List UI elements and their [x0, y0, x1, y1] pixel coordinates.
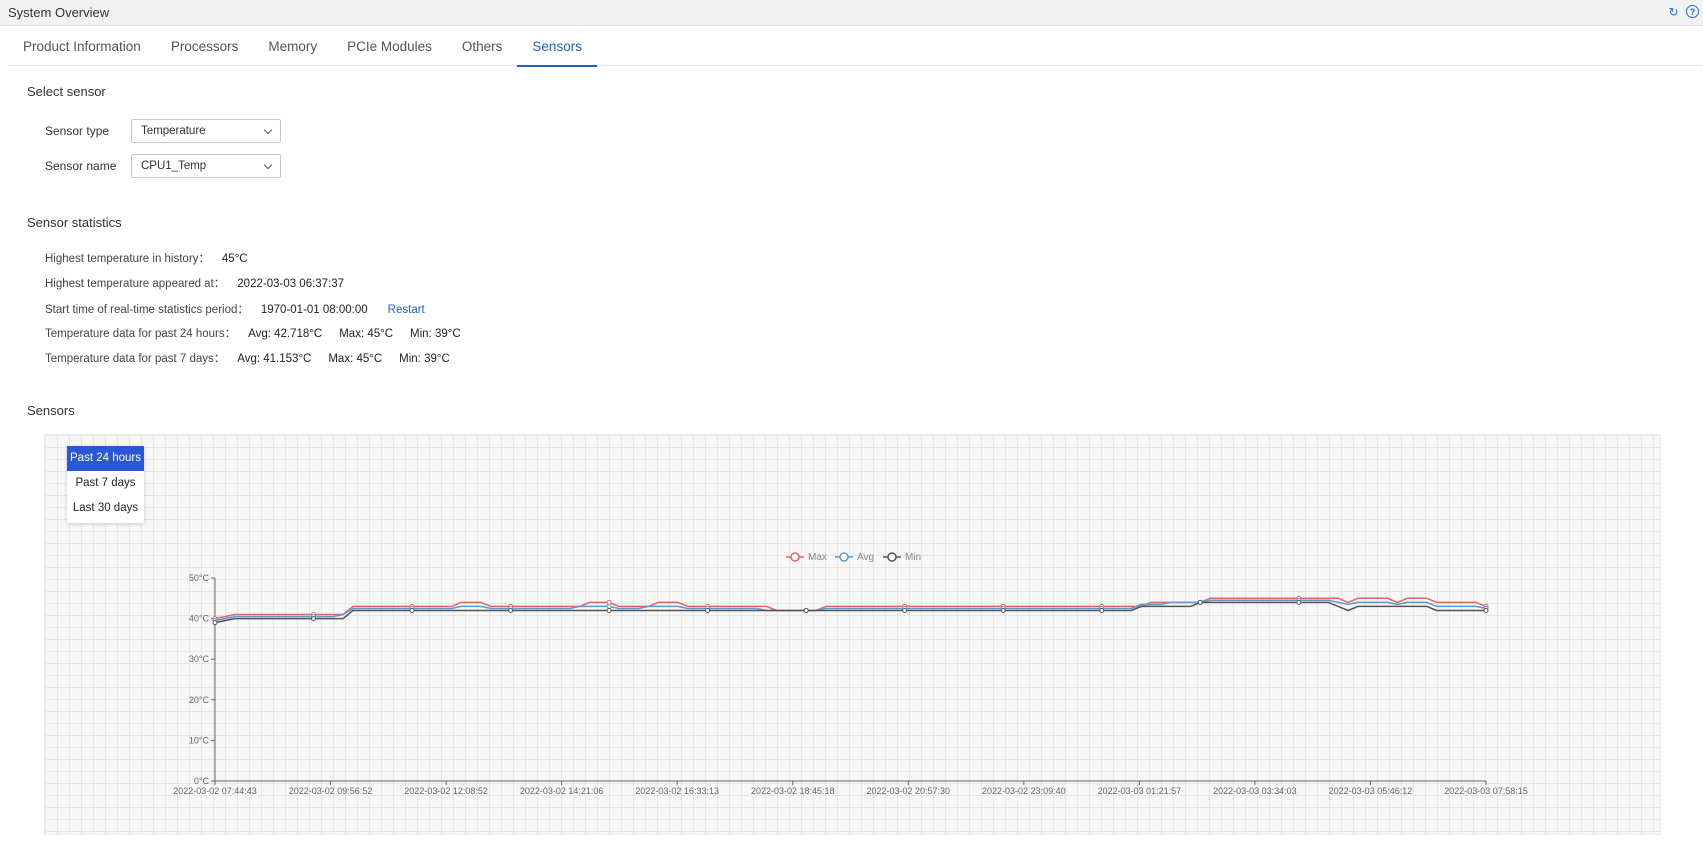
- legend-marker-min: [887, 552, 897, 562]
- series-line-min: [214, 601, 1486, 624]
- series-point-min: [1099, 607, 1105, 613]
- y-tick-label: 20°C: [189, 695, 210, 705]
- x-tick-label: 2022-03-02 09:56:52: [289, 786, 373, 796]
- series-point-min: [606, 607, 612, 613]
- x-tick-label: 2022-03-02 18:45:18: [751, 786, 835, 796]
- series-point-min: [803, 607, 809, 613]
- x-tick-label: 2022-03-02 20:57:30: [866, 786, 950, 796]
- x-tick-label: 2022-03-02 07:44:43: [173, 786, 257, 796]
- series-point-max: [606, 599, 612, 605]
- x-tick-label: 2022-03-03 03:34:03: [1213, 786, 1297, 796]
- sensor-chart: 0°C 10°C 20°C 30°C 40°C 50°C 2022-03-02 07:44:…: [173, 552, 1528, 796]
- x-tick-label: 2022-03-02 23:09:40: [982, 786, 1066, 796]
- x-tick-label: 2022-03-02 12:08:52: [404, 786, 488, 796]
- legend-marker-max: [790, 552, 800, 562]
- y-tick-label: 40°C: [189, 614, 210, 624]
- series-point-min: [902, 607, 908, 613]
- y-tick-label: 10°C: [189, 735, 210, 745]
- legend-label-max: Max: [808, 552, 827, 563]
- series-point-min: [508, 607, 514, 613]
- range-past-24-hours[interactable]: Past 24 hours: [67, 446, 144, 471]
- series-point-min: [212, 620, 218, 626]
- y-tick-label: 0°C: [194, 776, 210, 786]
- series-point-min: [409, 607, 415, 613]
- y-tick-label: 30°C: [189, 654, 210, 664]
- x-tick-label: 2022-03-03 07:58:15: [1444, 786, 1528, 796]
- series-point-min: [311, 616, 317, 622]
- series-point-min: [1197, 599, 1203, 605]
- series-point-min: [1000, 607, 1006, 613]
- x-tick-label: 2022-03-02 16:33:13: [635, 786, 719, 796]
- legend-label-min: Min: [905, 552, 921, 563]
- x-tick-label: 2022-03-03 05:46:12: [1329, 786, 1413, 796]
- series-point-avg: [606, 603, 612, 609]
- legend-label-avg: Avg: [857, 552, 874, 563]
- series-point-min: [1483, 607, 1489, 613]
- x-tick-label: 2022-03-02 14:21:06: [520, 786, 604, 796]
- time-range-menu: Past 24 hours Past 7 days Last 30 days: [67, 446, 144, 523]
- legend-marker-avg: [839, 552, 849, 562]
- y-tick-label: 50°C: [189, 573, 210, 583]
- series-point-min: [1296, 599, 1302, 605]
- series-point-min: [705, 607, 711, 613]
- range-past-7-days[interactable]: Past 7 days: [67, 471, 144, 496]
- x-tick-label: 2022-03-03 01:21:57: [1098, 786, 1182, 796]
- range-last-30-days[interactable]: Last 30 days: [67, 496, 144, 521]
